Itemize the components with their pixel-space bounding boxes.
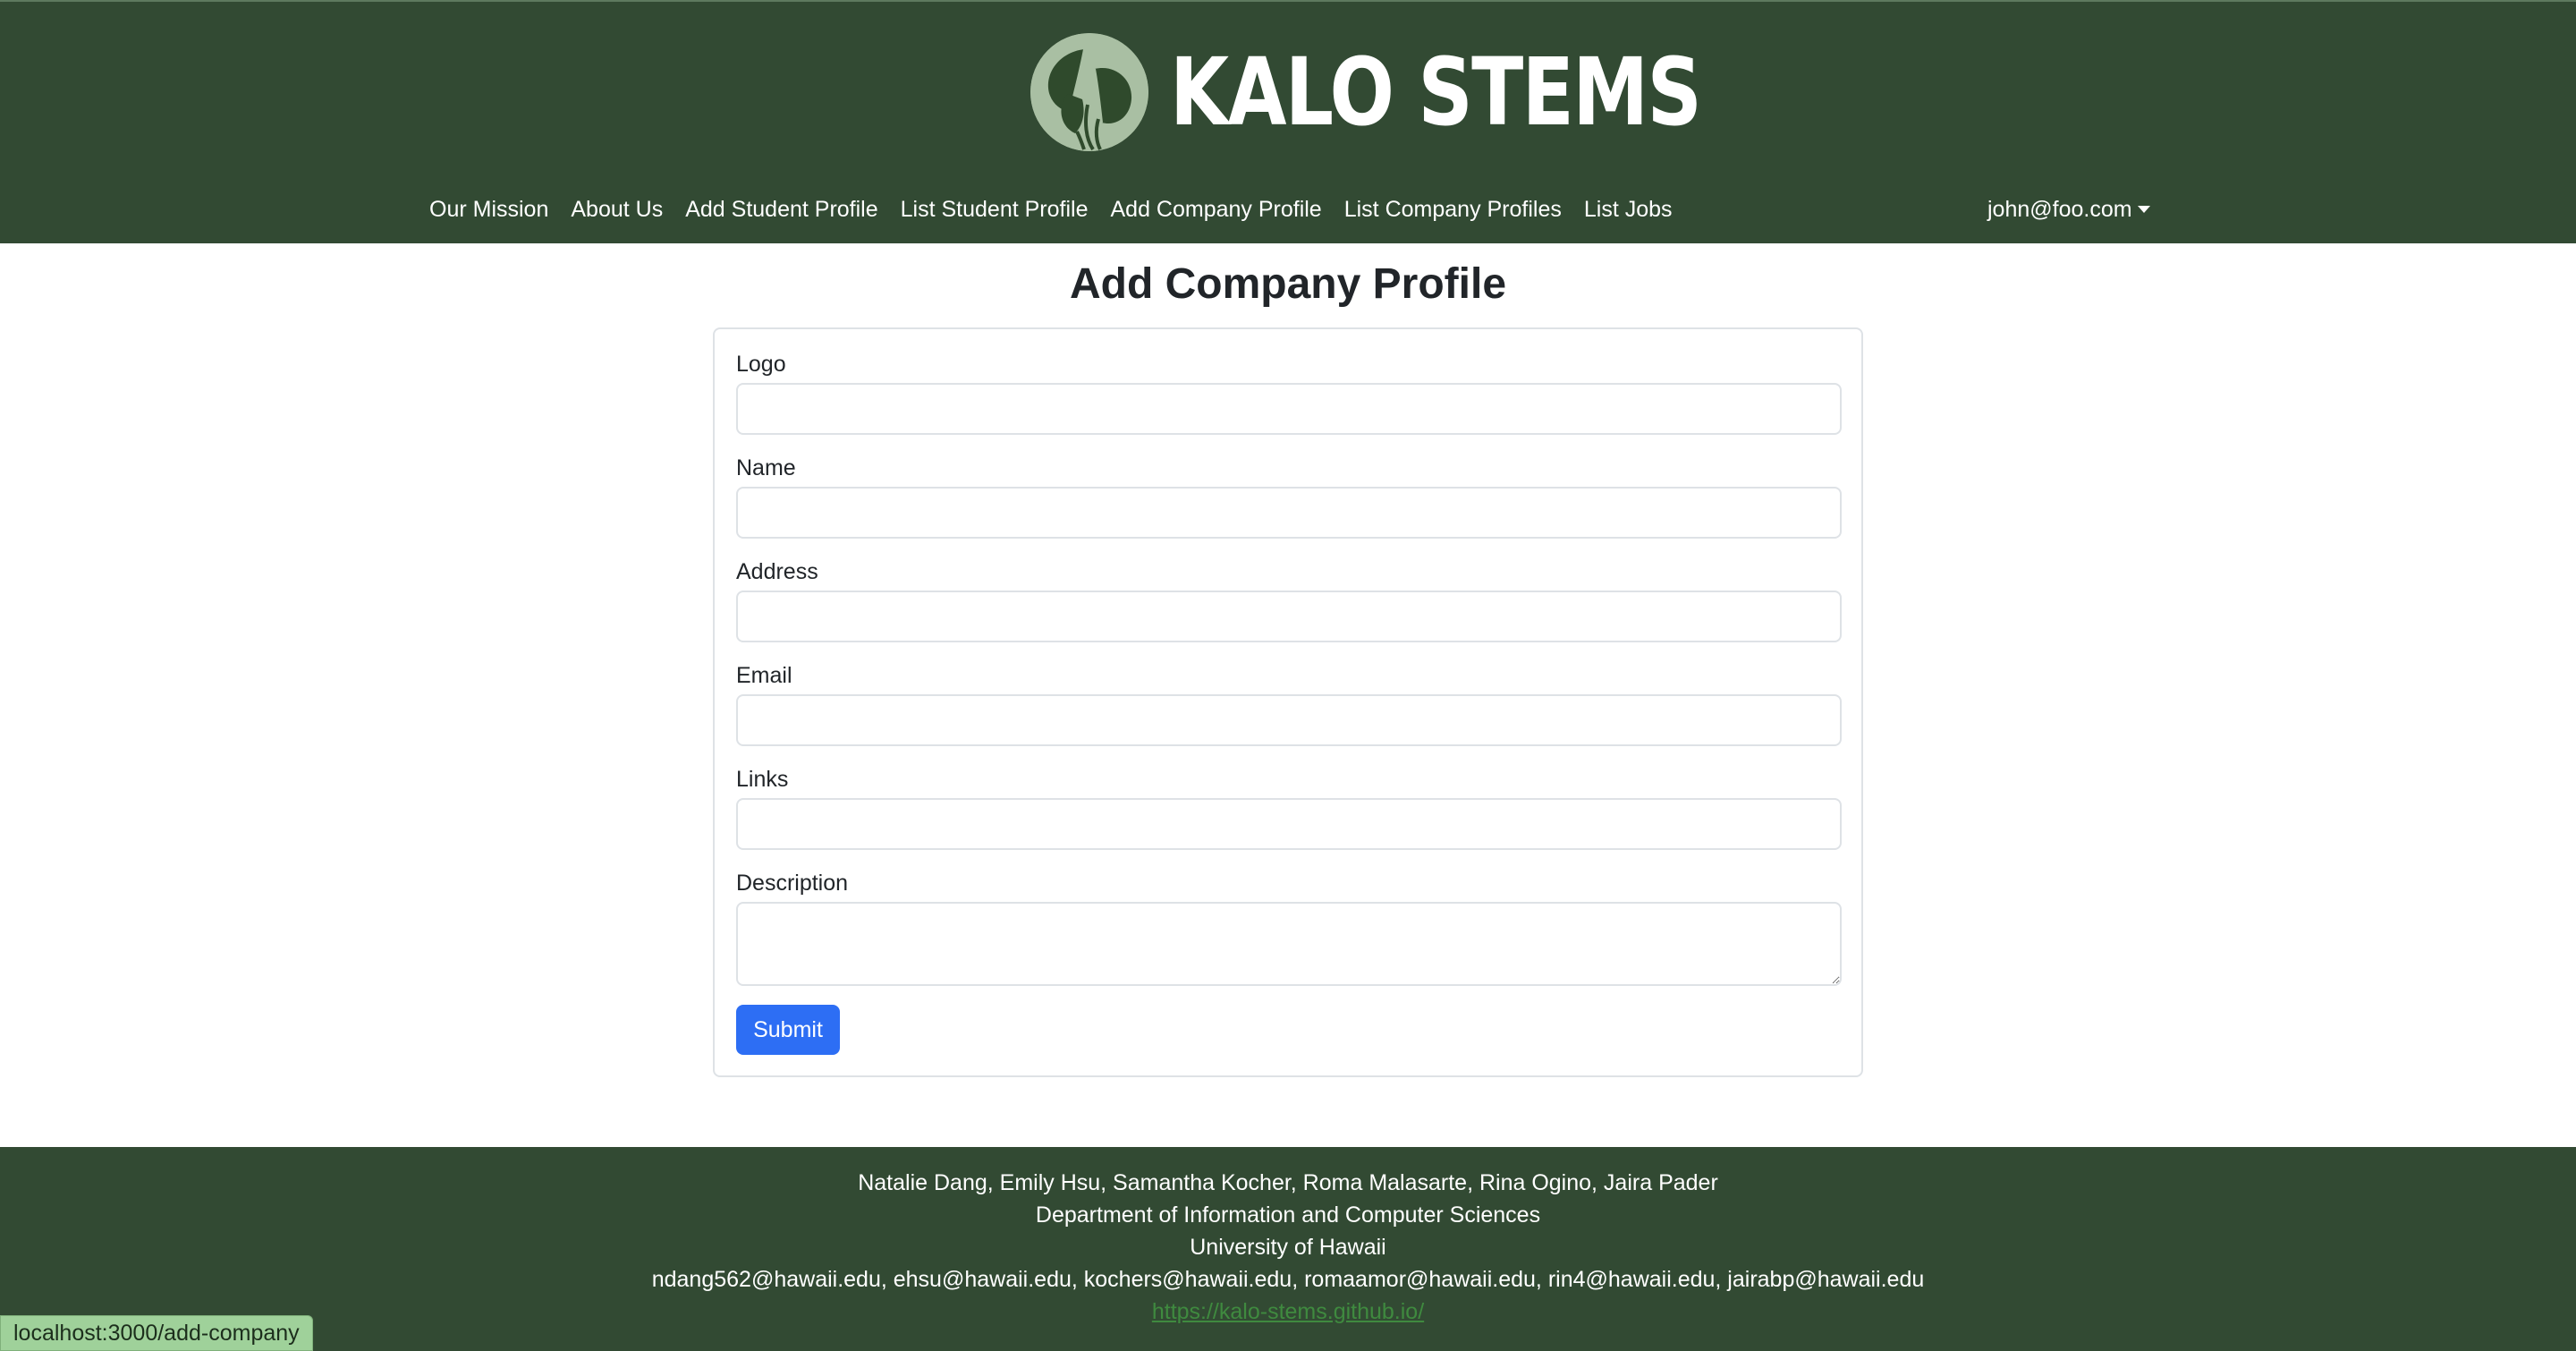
page-title: Add Company Profile xyxy=(1069,260,1507,308)
brand[interactable]: KALO STEMS xyxy=(1030,32,1818,152)
nav-our-mission[interactable]: Our Mission xyxy=(429,197,548,223)
footer-department: Department of Information and Computer S… xyxy=(1035,1202,1541,1228)
logo-input[interactable] xyxy=(736,383,1842,435)
footer-website-link[interactable]: https://kalo-stems.github.io/ xyxy=(1152,1299,1424,1324)
brand-name[interactable]: KALO STEMS xyxy=(1170,46,1702,139)
address-label: Address xyxy=(736,559,818,584)
footer-university: University of Hawaii xyxy=(1190,1235,1386,1260)
footer-names: Natalie Dang, Emily Hsu, Samantha Kocher… xyxy=(858,1170,1718,1195)
footer-link-row: https://kalo-stems.github.io/ xyxy=(0,1299,2576,1325)
name-input[interactable] xyxy=(736,487,1842,539)
nav-about-us[interactable]: About Us xyxy=(571,197,663,223)
add-company-form: Logo Name Address Email Links Descriptio… xyxy=(713,327,1863,1077)
site-header: KALO STEMS Our Mission About Us Add Stud… xyxy=(0,0,2576,243)
status-bar-url: localhost:3000/add-company xyxy=(0,1315,313,1351)
links-label: Links xyxy=(736,767,789,792)
submit-button[interactable]: Submit xyxy=(736,1005,840,1055)
user-email[interactable]: john@foo.com xyxy=(1987,197,2132,223)
address-input[interactable] xyxy=(736,591,1842,642)
email-input[interactable] xyxy=(736,694,1842,746)
footer-emails: ndang562@hawaii.edu, ehsu@hawaii.edu, ko… xyxy=(651,1267,1925,1292)
nav-list-student-profile[interactable]: List Student Profile xyxy=(901,197,1089,223)
nav-list-jobs[interactable]: List Jobs xyxy=(1584,197,1673,223)
user-dropdown[interactable]: john@foo.com xyxy=(1987,190,2150,229)
nav-list-company-profiles[interactable]: List Company Profiles xyxy=(1344,197,1562,223)
taro-leaf-logo-icon[interactable] xyxy=(1030,33,1148,151)
links-input[interactable] xyxy=(736,798,1842,850)
description-label: Description xyxy=(736,871,849,896)
caret-down-icon[interactable] xyxy=(2137,206,2150,213)
main-nav: Our Mission About Us Add Student Profile… xyxy=(429,190,1695,229)
nav-add-student-profile[interactable]: Add Student Profile xyxy=(685,197,877,223)
description-textarea[interactable] xyxy=(736,902,1842,986)
name-label: Name xyxy=(736,455,796,480)
nav-add-company-profile[interactable]: Add Company Profile xyxy=(1110,197,1321,223)
email-label: Email xyxy=(736,663,792,688)
logo-label: Logo xyxy=(736,352,786,377)
site-footer: Natalie Dang, Emily Hsu, Samantha Kocher… xyxy=(0,1147,2576,1351)
